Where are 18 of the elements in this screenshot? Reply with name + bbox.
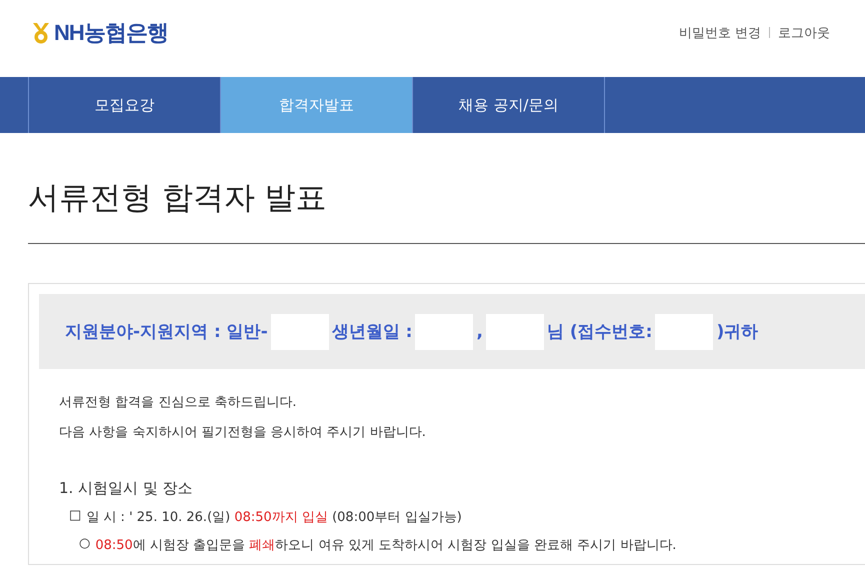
- bank-logo[interactable]: NH농협은행: [54, 18, 168, 48]
- header-link[interactable]: 로그아웃: [778, 24, 830, 42]
- nav-tab[interactable]: 채용 공지/문의: [413, 77, 605, 133]
- intro-text: 다음 사항을 숙지하시어 필기전형을 응시하여 주시기 바랍니다.: [59, 424, 427, 441]
- page-title: 서류전형 합격자 발표: [28, 179, 328, 218]
- bullet-mark: □: [69, 508, 82, 525]
- greeting-text: 생년월일 :: [332, 321, 412, 343]
- schedule-text: 일 시 : ' 25. 10. 26.(일) 08:50까지 입실 (08:00부터 입실가능): [86, 509, 462, 526]
- emblem-icon: [31, 22, 51, 44]
- bullet-mark: ○: [79, 536, 90, 553]
- schedule-text: 08:50에 시험장 출입문을 폐쇄하오니 여유 있게 도착하시어 시험장 입실을 완료해 주시기 바랍니다.: [95, 537, 676, 554]
- section-heading: 1. 시험일시 및 장소: [59, 479, 194, 498]
- intro-text: 서류전형 합격을 진심으로 축하드립니다.: [59, 394, 298, 411]
- greeting-text: )귀하: [716, 321, 758, 343]
- greeting-text: ,: [476, 322, 483, 342]
- greeting-text: 님 (접수번호:: [546, 321, 652, 343]
- greeting-text: 지원분야-지원지역 : 일반-: [65, 321, 268, 343]
- header-link[interactable]: 비밀번호 변경: [678, 24, 761, 42]
